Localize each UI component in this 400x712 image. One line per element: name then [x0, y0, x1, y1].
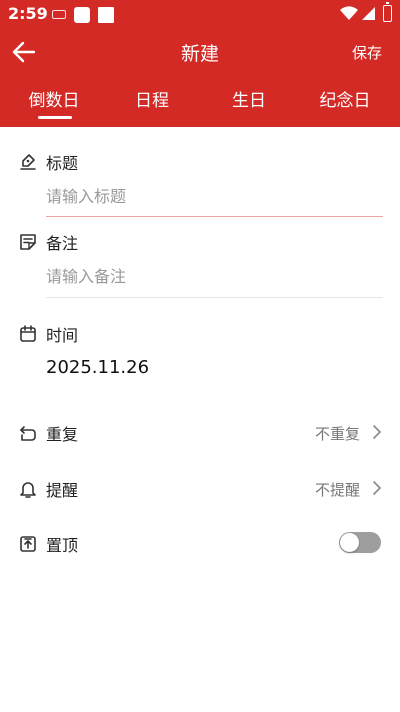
repeat-row[interactable]: 重复 [18, 421, 78, 445]
title-divider [46, 216, 383, 217]
note-divider [46, 297, 383, 298]
notification-icon [74, 7, 90, 23]
toggle-knob [340, 533, 359, 552]
bell-icon [20, 482, 36, 498]
repeat-label: 重复 [46, 425, 79, 444]
battery-icon [383, 2, 392, 22]
chevron-right-icon[interactable] [370, 481, 384, 495]
tab-indicator [38, 116, 72, 119]
pin-label: 置顶 [46, 536, 79, 555]
page-title: 新建 [180, 43, 219, 65]
tab-countdown[interactable]: 倒数日 [14, 86, 94, 111]
signal-icon [362, 7, 375, 20]
tab-schedule[interactable]: 日程 [112, 86, 192, 111]
note-label: 备注 [46, 234, 79, 253]
repeat-icon [20, 426, 36, 441]
chevron-right-icon[interactable] [370, 425, 384, 439]
status-time: 2:59 [8, 4, 48, 23]
app-header: 2:59 新建 保存 倒数日 日程 生日 纪念日 [0, 0, 400, 127]
pin-row: 置顶 [18, 532, 78, 556]
tab-birthday[interactable]: 生日 [209, 86, 289, 111]
back-arrow-icon[interactable] [10, 38, 38, 66]
notification-icon [98, 7, 114, 23]
date-value[interactable]: 2025.11.26 [46, 357, 149, 378]
pin-toggle[interactable] [339, 532, 381, 553]
remind-row[interactable]: 提醒 [18, 477, 78, 501]
tab-anniversary[interactable]: 纪念日 [305, 86, 385, 111]
toolbar: 新建 保存 [0, 28, 400, 76]
note-input[interactable] [46, 261, 382, 291]
category-tabs: 倒数日 日程 生日 纪念日 [0, 80, 400, 124]
edit-tag-icon [20, 154, 36, 170]
repeat-value[interactable]: 不重复 [315, 423, 360, 444]
wifi-icon [340, 6, 358, 21]
title-label-row: 标题 [18, 150, 78, 174]
status-bar: 2:59 [0, 0, 400, 28]
time-label: 时间 [46, 326, 79, 345]
title-input[interactable] [46, 181, 382, 211]
note-label-row: 备注 [18, 230, 78, 254]
title-label: 标题 [46, 154, 79, 173]
pin-top-icon [20, 536, 36, 552]
note-icon [20, 234, 36, 250]
calendar-icon [20, 325, 36, 342]
save-button[interactable]: 保存 [352, 42, 382, 63]
keyboard-icon [52, 10, 66, 19]
time-label-row: 时间 [18, 322, 78, 346]
remind-value[interactable]: 不提醒 [315, 479, 360, 500]
remind-label: 提醒 [46, 481, 79, 500]
